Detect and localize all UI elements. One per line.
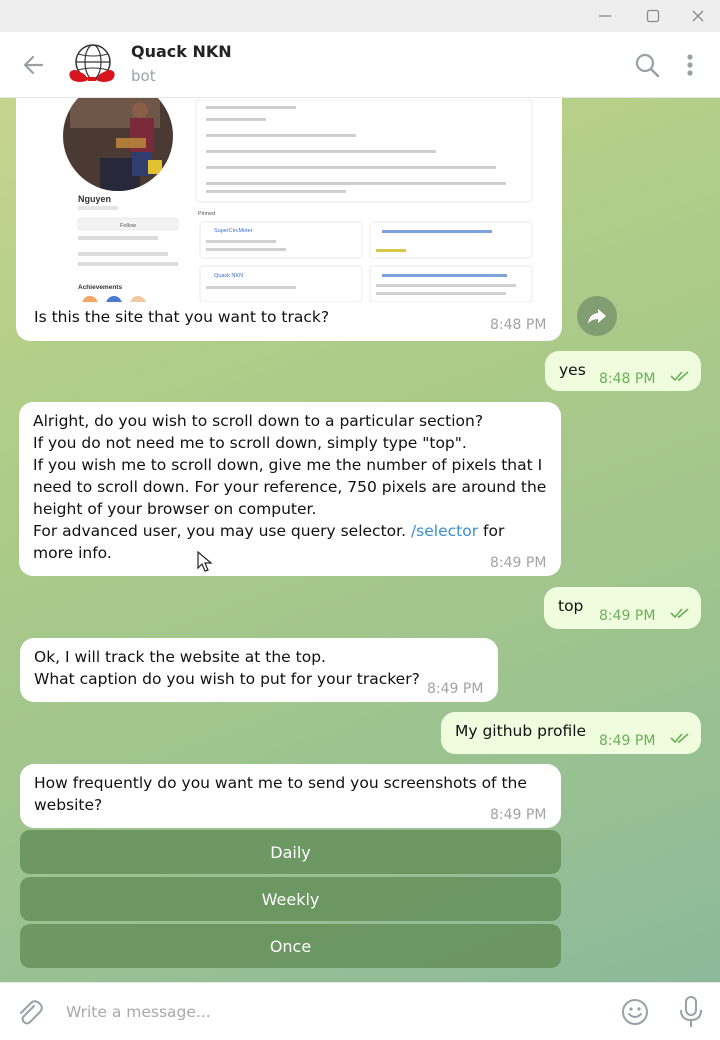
bot-avatar[interactable] xyxy=(66,40,118,92)
message-text: Alright, do you wish to scroll down to a… xyxy=(33,412,547,562)
emoji-icon xyxy=(622,999,648,1025)
preview-follow-label: Follow xyxy=(120,223,136,229)
preview-profile-name: Nguyen xyxy=(78,194,111,204)
message-input-bar xyxy=(0,982,720,1040)
message-time: 8:49 PM xyxy=(490,807,547,823)
forward-button[interactable] xyxy=(577,296,617,336)
minimize-button[interactable] xyxy=(592,4,618,28)
chat-subtitle: bot xyxy=(131,67,156,85)
search-icon xyxy=(635,53,660,78)
attach-button[interactable] xyxy=(14,997,44,1027)
mouse-cursor-icon xyxy=(197,551,213,572)
message-time: 8:48 PM xyxy=(490,317,547,333)
emoji-button[interactable] xyxy=(620,997,650,1027)
message-text: My github profile xyxy=(455,722,587,740)
arrow-left-icon xyxy=(23,55,44,75)
close-window-button[interactable] xyxy=(685,4,711,28)
paperclip-icon xyxy=(20,1000,43,1025)
screenshot-message[interactable]: Nguyen Follow Achievements Pinned SuperC… xyxy=(16,98,562,341)
selector-command-link[interactable]: /selector xyxy=(411,522,478,540)
message-bubble[interactable]: Alright, do you wish to scroll down to a… xyxy=(19,402,561,576)
keyboard-button-once[interactable]: Once xyxy=(20,924,561,968)
message-time: 8:49 PM xyxy=(599,608,656,624)
message-bubble[interactable]: How frequently do you want me to send yo… xyxy=(20,764,561,828)
more-button[interactable] xyxy=(680,51,700,79)
message-text: Ok, I will track the website at the top.… xyxy=(34,648,420,688)
double-check-icon xyxy=(670,733,689,744)
chat-title[interactable]: Quack NKN xyxy=(131,42,232,61)
preview-repo-2: Quack NKN xyxy=(214,273,243,279)
message-time: 8:48 PM xyxy=(599,371,656,387)
message-bubble[interactable]: Ok, I will track the website at the top.… xyxy=(20,638,498,702)
double-check-icon xyxy=(670,608,689,619)
keyboard-button-daily[interactable]: Daily xyxy=(20,830,561,874)
message-text: yes xyxy=(559,361,586,379)
message-bubble[interactable]: yes 8:48 PM xyxy=(545,351,701,391)
message-time: 8:49 PM xyxy=(599,733,656,749)
window-titlebar xyxy=(0,0,720,32)
microphone-icon xyxy=(680,996,702,1027)
chat-header: Quack NKN bot xyxy=(0,32,720,98)
message-bubble[interactable]: My github profile 8:49 PM xyxy=(441,712,701,754)
message-text: top xyxy=(558,597,584,615)
forward-icon xyxy=(588,309,606,324)
preview-section-label: Pinned xyxy=(198,211,215,217)
voice-button[interactable] xyxy=(678,995,704,1029)
message-input[interactable] xyxy=(66,997,606,1027)
preview-achievements-label: Achievements xyxy=(78,284,122,291)
message-time: 8:49 PM xyxy=(490,555,547,571)
message-time: 8:49 PM xyxy=(427,681,484,697)
message-bubble[interactable]: top 8:49 PM xyxy=(544,587,701,629)
preview-repo-1: SuperCircMeter xyxy=(214,228,253,234)
screenshot-image[interactable]: Nguyen Follow Achievements Pinned SuperC… xyxy=(60,98,536,302)
message-text: How frequently do you want me to send yo… xyxy=(34,774,527,814)
chat-area[interactable]: Nguyen Follow Achievements Pinned SuperC… xyxy=(0,98,720,982)
more-vertical-icon xyxy=(687,54,693,76)
keyboard-button-weekly[interactable]: Weekly xyxy=(20,877,561,921)
screenshot-caption: Is this the site that you want to track? xyxy=(34,308,330,326)
search-button[interactable] xyxy=(633,51,661,79)
back-button[interactable] xyxy=(20,51,48,79)
double-check-icon xyxy=(670,371,689,382)
maximize-button[interactable] xyxy=(640,4,666,28)
